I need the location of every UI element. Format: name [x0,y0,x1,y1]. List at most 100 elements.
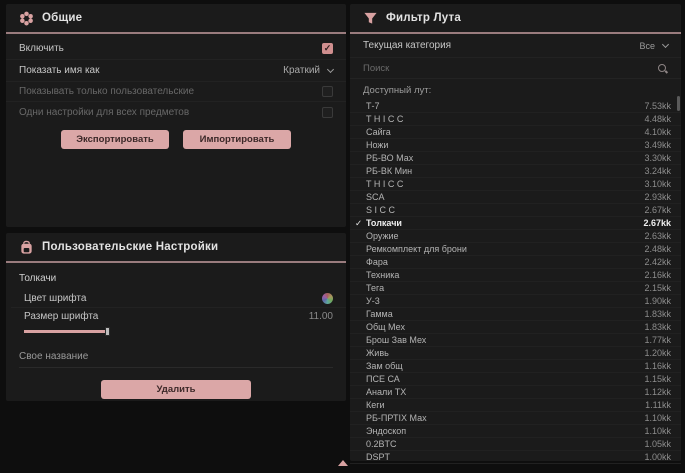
loot-item-name: РБ-ВО Мах [366,153,644,163]
loot-list-item[interactable]: ✓Толкачи2.67kk [350,217,681,230]
loot-list-item[interactable]: Тега2.15kk [350,282,681,295]
loot-item-name: 0.2BTC [366,439,644,449]
loot-item-value: 2.63kk [644,231,671,241]
category-value: Все [639,41,655,51]
loot-list-item[interactable]: РБ-ВК Мин3.24kk [350,165,681,178]
loot-item-value: 2.15kk [644,283,671,293]
enable-checkbox[interactable] [322,43,333,54]
loot-item-value: 1.83kk [644,322,671,332]
loot-item-value: 3.24kk [644,166,671,176]
loot-item-name: DSPT [366,452,644,462]
loot-item-value: 3.10kk [644,179,671,189]
loot-list-item[interactable]: SCA2.93kk [350,191,681,204]
only-custom-checkbox[interactable] [322,86,333,97]
loot-item-name: ПСЕ СА [366,374,644,384]
setting-label-same-settings: Одни настройки для всех предметов [19,107,189,118]
loot-list-item[interactable]: Анали ТХ1.12kk [350,386,681,399]
loot-item-name: Кеги [366,400,645,410]
funnel-icon [363,11,378,26]
loot-item-name: Гамма [366,309,644,319]
loot-item-name: Живь [366,348,644,358]
loot-list-item[interactable]: DSPT1.00kk [350,451,681,464]
loot-list-item[interactable]: Живь1.20kk [350,347,681,360]
loot-item-value: 2.42kk [644,257,671,267]
loot-list-item[interactable]: T H I C C4.48kk [350,113,681,126]
export-button[interactable]: Экспортировать [61,130,169,149]
font-size-slider[interactable] [24,327,333,336]
loot-list-item[interactable]: S I C C2.67kk [350,204,681,217]
panel-general-header: Общие [6,4,346,34]
loot-list-item[interactable]: 0.2BTC1.05kk [350,438,681,451]
loot-item-name: Т-7 [366,101,644,111]
loot-item-name: Общ Мех [366,322,644,332]
loot-item-value: 1.00kk [644,452,671,462]
name-display-dropdown[interactable]: Краткий [283,65,333,76]
setting-row-enable: Включить [6,38,346,60]
panel-general: Общие Включить Показать имя как Краткий … [6,4,346,227]
panel-title-custom: Пользовательские Настройки [42,241,218,253]
loot-item-name: Брош Зав Мех [366,335,644,345]
category-label: Текущая категория [363,40,451,51]
font-color-label: Цвет шрифта [24,293,86,304]
loot-item-value: 1.15kk [644,374,671,384]
scrollbar-thumb[interactable] [677,96,680,111]
loot-item-name: Тега [366,283,644,293]
loot-item-value: 3.30kk [644,153,671,163]
loot-list-item[interactable]: Гамма1.83kk [350,308,681,321]
import-button[interactable]: Импортировать [183,130,291,149]
loot-list-item[interactable]: Ремкомплект для брони2.48kk [350,243,681,256]
loot-list-item[interactable]: Техника2.16kk [350,269,681,282]
delete-button[interactable]: Удалить [101,380,251,399]
font-size-row: Размер шрифта 11.00 [11,308,346,325]
loot-list-item[interactable]: Ножи3.49kk [350,139,681,152]
panel-custom-settings: Пользовательские Настройки Толкачи Цвет … [6,233,346,401]
panel-custom-header: Пользовательские Настройки [6,233,346,263]
loot-list-item[interactable]: Фара2.42kk [350,256,681,269]
loot-list-item[interactable]: T H I C C3.10kk [350,178,681,191]
loot-list-item[interactable]: РБ-ПРТІХ Мах1.10kk [350,412,681,425]
loot-list-item[interactable]: Кеги1.11kk [350,399,681,412]
loot-item-value: 2.16kk [644,270,671,280]
loot-list-item[interactable]: Оружие2.63kk [350,230,681,243]
loot-list-item[interactable]: Т-77.53kk [350,100,681,113]
general-buttons-row: Экспортировать Импортировать [6,130,346,149]
loot-item-name: S I C C [366,205,644,215]
loot-item-value: 1.77kk [644,335,671,345]
panel-title-loot: Фильтр Лута [386,12,461,24]
loot-list-item[interactable]: Брош Зав Мех1.77kk [350,334,681,347]
loot-list-item[interactable]: Эндоскоп1.10kk [350,425,681,438]
loot-item-value: 3.49kk [644,140,671,150]
search-input[interactable] [363,63,657,74]
loot-item-name: Толкачи [366,218,643,228]
search-icon[interactable] [657,63,668,74]
setting-label-name-display: Показать имя как [19,65,99,76]
loot-list-item[interactable]: У-31.90kk [350,295,681,308]
same-settings-checkbox[interactable] [322,107,333,118]
panel-title-general: Общие [42,12,82,24]
loot-list-item[interactable]: РБ-ВО Мах3.30kk [350,152,681,165]
loot-item-name: Анали ТХ [366,387,644,397]
setting-label-only-custom: Показывать только пользовательские [19,86,194,97]
loot-list-item[interactable]: Общ Мех1.83kk [350,321,681,334]
loot-list-item[interactable]: ПСЕ СА1.15kk [350,373,681,386]
dropdown-value: Краткий [283,65,320,76]
search-row [350,58,681,79]
color-wheel-icon[interactable] [322,293,333,304]
loot-item-value: 7.53kk [644,101,671,111]
loot-item-name: Зам общ [366,361,644,371]
loot-item-value: 1.83kk [644,309,671,319]
loot-list-item[interactable]: Зам общ1.16kk [350,360,681,373]
custom-name-input[interactable] [19,348,333,368]
selected-item-name: Толкачи [6,263,346,290]
loot-item-name: РБ-ВК Мин [366,166,644,176]
loot-list: Т-77.53kkT H I C C4.48kkСайга4.10kkНожи3… [350,100,681,464]
slider-thumb[interactable] [105,327,110,336]
loot-item-name: У-3 [366,296,644,306]
category-dropdown[interactable]: Все [639,41,668,51]
loot-item-value: 1.12kk [644,387,671,397]
loot-item-name: Сайга [366,127,644,137]
loot-item-value: 2.67kk [644,205,671,215]
loot-item-name: SCA [366,192,644,202]
loot-list-item[interactable]: Сайга4.10kk [350,126,681,139]
collapse-handle-icon[interactable] [338,460,348,466]
